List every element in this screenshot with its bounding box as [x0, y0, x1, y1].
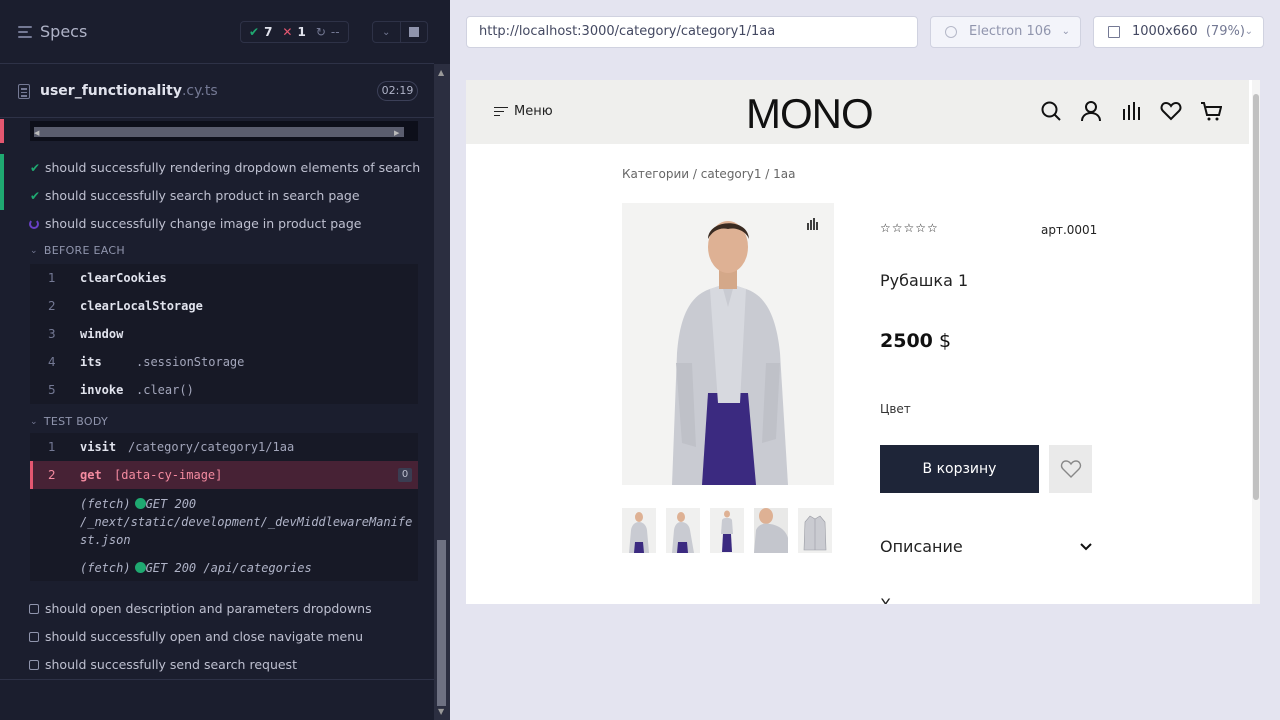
- stop-button[interactable]: [399, 22, 428, 42]
- command-row[interactable]: 1 visit/category/category1/1aa: [30, 433, 418, 461]
- before-each-hook[interactable]: ⌄ BEFORE EACH: [30, 244, 125, 257]
- scroll-left-icon[interactable]: ◀: [34, 129, 39, 137]
- command-row[interactable]: 5 invoke .clear(): [30, 376, 418, 404]
- test-item[interactable]: ✔ should successfully rendering dropdown…: [0, 154, 434, 182]
- viewport-select[interactable]: 1000x660 (79%) ⌄: [1093, 16, 1264, 48]
- product-main-image[interactable]: [622, 203, 834, 485]
- test-item[interactable]: should successfully open and close navig…: [0, 623, 434, 651]
- check-icon: ✔: [249, 25, 260, 39]
- reporter-header: Specs ✔ 7 ✕ 1 ↻ -- ⌄: [0, 0, 434, 64]
- site-logo[interactable]: MONO: [746, 90, 874, 138]
- add-to-cart-button[interactable]: В корзину: [880, 445, 1039, 493]
- checkbox-icon: [29, 660, 39, 670]
- viewport-icon: [1108, 26, 1120, 38]
- scroll-thumb[interactable]: [437, 540, 446, 706]
- app-iframe: Меню MONO Категории / category1 / 1aa ☆☆…: [466, 80, 1260, 604]
- check-icon: ✔: [29, 189, 41, 203]
- product-thumbnail[interactable]: [666, 508, 700, 553]
- command-count-badge: 0: [398, 468, 412, 482]
- test-body-commands: 1 visit/category/category1/1aa 2 get [data-…: [30, 433, 418, 581]
- refresh-icon: ↻: [315, 25, 326, 39]
- heart-icon[interactable]: [1160, 100, 1182, 122]
- xhr-log[interactable]: (fetch) GET 200 /_next/static/development…: [80, 495, 416, 549]
- chevron-down-icon: ⌄: [1061, 26, 1070, 37]
- checkbox-icon: [29, 604, 39, 614]
- status-dot-icon: [134, 562, 146, 573]
- status-dot-icon: [134, 498, 146, 509]
- product-thumbnail[interactable]: [622, 508, 656, 553]
- spec-duration: 02:19: [377, 81, 418, 101]
- command-row[interactable]: 2 clearLocalStorage: [30, 292, 418, 320]
- breadcrumb[interactable]: Категории / category1 / 1aa: [622, 167, 795, 181]
- reporter-panel: Specs ✔ 7 ✕ 1 ↻ -- ⌄ user_functionality.cy.…: [0, 0, 450, 720]
- heart-icon: [1060, 460, 1081, 478]
- test-item-running[interactable]: should successfully change image in prod…: [0, 210, 434, 238]
- test-stats: ✔ 7 ✕ 1 ↻ --: [240, 21, 349, 43]
- horizontal-scrollbar[interactable]: ◀ ▶: [30, 121, 418, 141]
- globe-icon: [945, 26, 957, 38]
- command-row[interactable]: 4 its .sessionStorage: [30, 348, 418, 376]
- hamburger-icon: [494, 106, 508, 117]
- command-row[interactable]: 1 clearCookies: [30, 264, 418, 292]
- failed-stat: ✕ 1: [282, 25, 306, 39]
- product-title: Рубашка 1: [880, 271, 969, 290]
- scroll-up-icon[interactable]: ▲: [438, 68, 444, 77]
- vertical-scrollbar[interactable]: ▲ ▼: [434, 64, 450, 720]
- chevron-down-icon: ⌄: [1244, 26, 1253, 37]
- stop-icon: [408, 27, 419, 37]
- reporter-scroll-area[interactable]: ◀ ▶ ✔ should successfully rendering drop…: [0, 119, 434, 680]
- chevron-down-icon: ⌄: [30, 245, 38, 256]
- command-row[interactable]: 3 window: [30, 320, 418, 348]
- product-thumbnails: [622, 508, 832, 553]
- test-item[interactable]: ✔ should successfully search product in …: [0, 182, 434, 210]
- chevron-down-icon: ⌄: [30, 416, 38, 427]
- user-icon[interactable]: [1080, 100, 1102, 122]
- iframe-scrollbar[interactable]: [1252, 80, 1260, 604]
- product-thumbnail[interactable]: [754, 508, 788, 553]
- product-thumbnail[interactable]: [710, 508, 744, 553]
- specs-toggle[interactable]: Specs: [18, 22, 87, 41]
- description-dropdown[interactable]: Описание: [880, 537, 1092, 556]
- compare-icon[interactable]: [806, 218, 818, 230]
- product-rating[interactable]: ☆☆☆☆☆: [880, 221, 939, 235]
- product-photo: [622, 203, 834, 485]
- browser-select[interactable]: Electron 106 ⌄: [930, 16, 1081, 48]
- before-each-commands: 1 clearCookies 2 clearLocalStorage 3 window…: [30, 264, 418, 404]
- check-icon: ✔: [29, 161, 41, 175]
- run-controls: ⌄: [372, 21, 428, 43]
- product-sku: арт.0001: [1041, 223, 1098, 237]
- add-to-favorites-button[interactable]: [1049, 445, 1092, 493]
- test-item[interactable]: should open description and parameters d…: [0, 595, 434, 623]
- product-thumbnail[interactable]: [798, 508, 832, 553]
- params-dropdown[interactable]: Х: [880, 595, 891, 604]
- specs-label: Specs: [40, 22, 88, 41]
- scroll-down-icon[interactable]: ▼: [438, 707, 444, 716]
- site-header: Меню MONO: [466, 80, 1249, 144]
- xhr-log[interactable]: (fetch) GET 200 /api/categories: [80, 559, 416, 577]
- spec-file-name[interactable]: user_functionality.cy.ts: [40, 83, 218, 99]
- pending-stat: ↻ --: [315, 25, 340, 39]
- site-menu-button[interactable]: Меню: [494, 104, 553, 119]
- checkbox-icon: [29, 632, 39, 642]
- compare-icon[interactable]: [1120, 100, 1142, 122]
- command-row-failed[interactable]: 2 get [data-cy-image] 0: [30, 461, 418, 489]
- cart-icon[interactable]: [1200, 100, 1222, 122]
- product-price: 2500 $: [880, 330, 952, 352]
- url-bar[interactable]: http://localhost:3000/category/category1…: [466, 16, 918, 48]
- chevron-down-icon: ⌄: [382, 26, 391, 38]
- failed-strip: [0, 119, 4, 143]
- test-item[interactable]: should successfully send search request: [0, 651, 434, 679]
- menu-icon: [18, 25, 32, 38]
- aut-panel: http://localhost:3000/category/category1…: [450, 0, 1280, 720]
- test-body-hook[interactable]: ⌄ TEST BODY: [30, 415, 108, 428]
- spinner-icon: [29, 219, 39, 229]
- collapse-button[interactable]: ⌄: [373, 22, 400, 42]
- chevron-down-icon: [1080, 543, 1092, 551]
- close-icon: ✕: [282, 25, 293, 39]
- search-icon[interactable]: [1040, 100, 1062, 122]
- color-label: Цвет: [880, 402, 911, 416]
- passed-stat: ✔ 7: [249, 25, 273, 39]
- scroll-right-icon[interactable]: ▶: [394, 129, 399, 137]
- file-icon: [18, 84, 30, 99]
